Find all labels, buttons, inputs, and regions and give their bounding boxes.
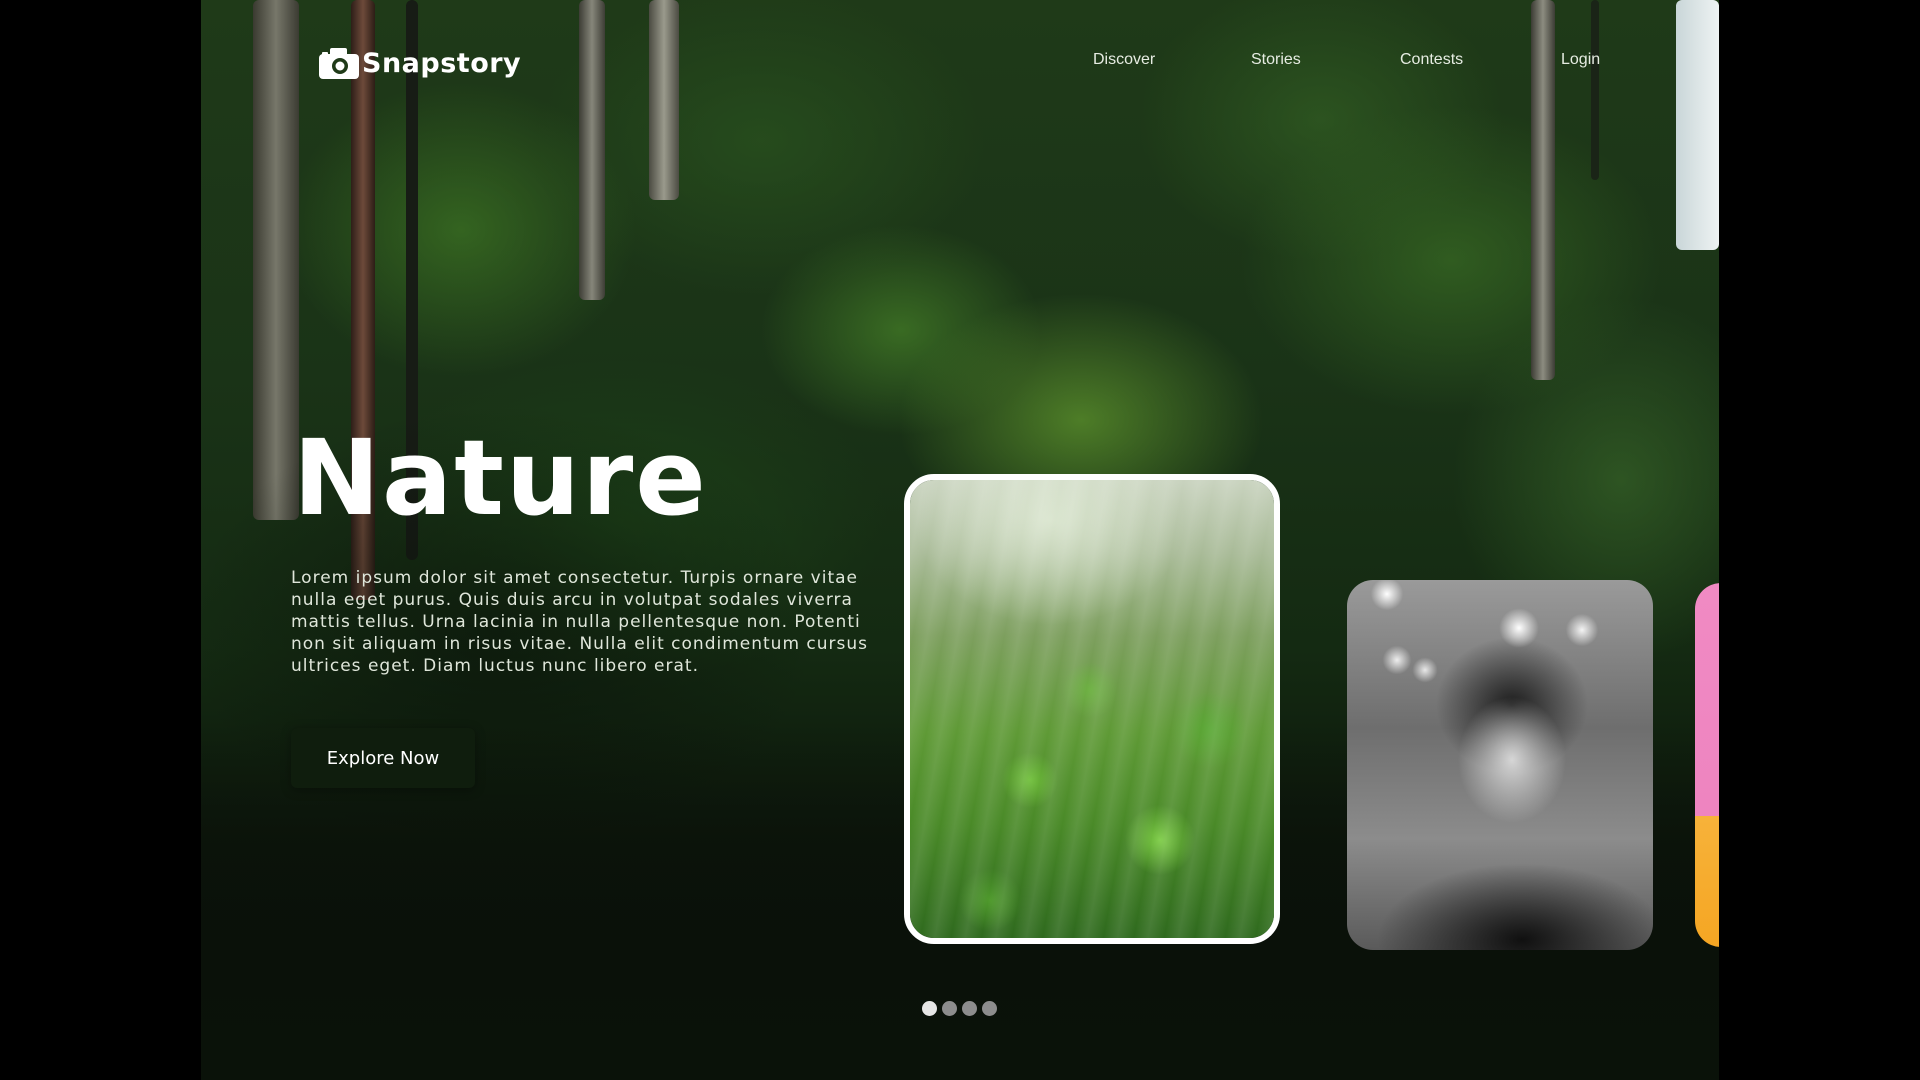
carousel-card-forest[interactable] bbox=[904, 474, 1280, 944]
hero-description: Lorem ipsum dolor sit amet consectetur. … bbox=[291, 568, 869, 676]
brand-logo[interactable]: Snapstory bbox=[318, 46, 521, 80]
brand-name: Snapstory bbox=[362, 47, 522, 79]
pagination-dot-3[interactable] bbox=[962, 1001, 977, 1016]
pagination-dot-4[interactable] bbox=[982, 1001, 997, 1016]
portrait-image bbox=[1347, 580, 1653, 950]
camera-icon bbox=[319, 48, 359, 79]
tree-trunk bbox=[649, 0, 679, 200]
tree-trunk bbox=[579, 0, 605, 300]
pagination-dot-1[interactable] bbox=[922, 1001, 937, 1016]
carousel-card-portrait[interactable] bbox=[1347, 580, 1653, 950]
sky-gap bbox=[1676, 0, 1719, 250]
explore-now-button[interactable]: Explore Now bbox=[291, 728, 475, 788]
hero-title: Nature bbox=[293, 417, 708, 539]
nav-login[interactable]: Login bbox=[1561, 48, 1600, 72]
nav-discover[interactable]: Discover bbox=[1093, 48, 1155, 72]
tree-trunk bbox=[1531, 0, 1555, 380]
nav-contests[interactable]: Contests bbox=[1400, 48, 1463, 72]
hero-section: Snapstory Discover Stories Contests Logi… bbox=[201, 0, 1719, 1080]
carousel-card-colorful[interactable] bbox=[1695, 583, 1719, 947]
nav-stories[interactable]: Stories bbox=[1251, 48, 1301, 72]
carousel-pagination bbox=[922, 1001, 997, 1016]
tree-trunk bbox=[1591, 0, 1599, 180]
pagination-dot-2[interactable] bbox=[942, 1001, 957, 1016]
forest-canopy-image bbox=[910, 480, 1274, 938]
